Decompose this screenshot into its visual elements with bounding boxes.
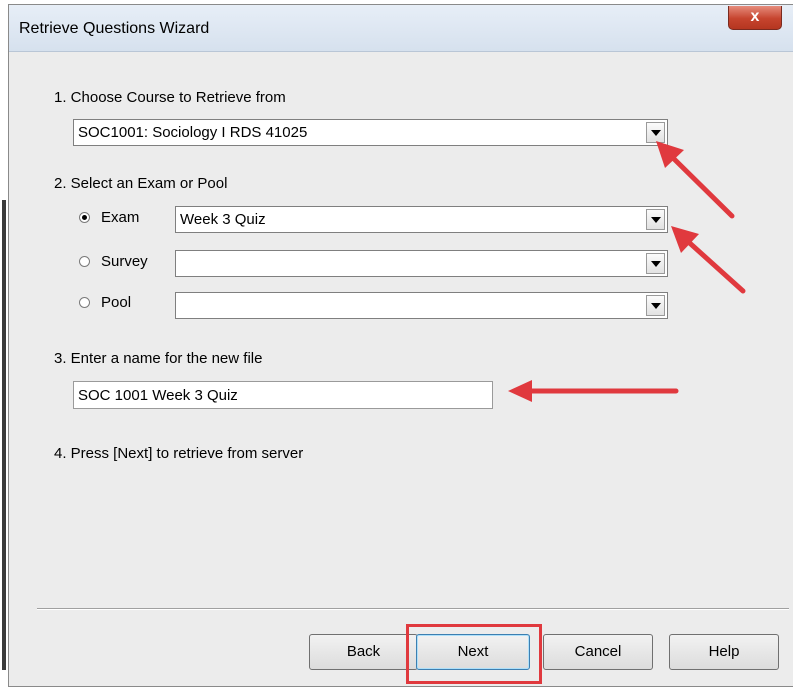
button-divider xyxy=(37,608,789,610)
radio-pool[interactable] xyxy=(79,297,90,308)
exam-select-value: Week 3 Quiz xyxy=(180,211,266,228)
window-title: Retrieve Questions Wizard xyxy=(19,20,210,37)
file-name-value: SOC 1001 Week 3 Quiz xyxy=(78,387,238,404)
chevron-down-icon[interactable] xyxy=(646,122,665,143)
wizard-content: 1. Choose Course to Retrieve from SOC100… xyxy=(9,52,793,686)
next-highlight-box xyxy=(406,624,542,684)
radio-survey-label: Survey xyxy=(101,253,148,270)
close-icon: x xyxy=(750,8,760,25)
step1-label: 1. Choose Course to Retrieve from xyxy=(54,89,286,106)
wizard-dialog: Retrieve Questions Wizard x 1. Choose Co… xyxy=(8,4,793,687)
help-button[interactable]: Help xyxy=(669,634,779,670)
course-select-value: SOC1001: Sociology I RDS 41025 xyxy=(78,124,308,141)
chevron-down-icon[interactable] xyxy=(646,295,665,316)
chevron-down-icon[interactable] xyxy=(646,209,665,230)
radio-survey[interactable] xyxy=(79,256,90,267)
file-name-input[interactable]: SOC 1001 Week 3 Quiz xyxy=(73,381,493,409)
chevron-down-icon[interactable] xyxy=(646,253,665,274)
step2-label: 2. Select an Exam or Pool xyxy=(54,175,228,192)
radio-exam-label: Exam xyxy=(101,209,140,226)
step3-label: 3. Enter a name for the new file xyxy=(54,350,263,367)
cancel-button[interactable]: Cancel xyxy=(543,634,653,670)
radio-pool-label: Pool xyxy=(101,294,132,311)
exam-select[interactable]: Week 3 Quiz xyxy=(175,206,668,233)
title-bar: Retrieve Questions Wizard x xyxy=(9,5,793,52)
step4-label: 4. Press [Next] to retrieve from server xyxy=(54,445,304,462)
course-select[interactable]: SOC1001: Sociology I RDS 41025 xyxy=(73,119,668,146)
survey-select[interactable] xyxy=(175,250,668,277)
close-button[interactable]: x xyxy=(728,6,782,30)
background-scrollbar xyxy=(2,200,6,670)
radio-exam[interactable] xyxy=(79,212,90,223)
back-button[interactable]: Back xyxy=(309,634,418,670)
pool-select[interactable] xyxy=(175,292,668,319)
background-edge xyxy=(0,0,8,687)
